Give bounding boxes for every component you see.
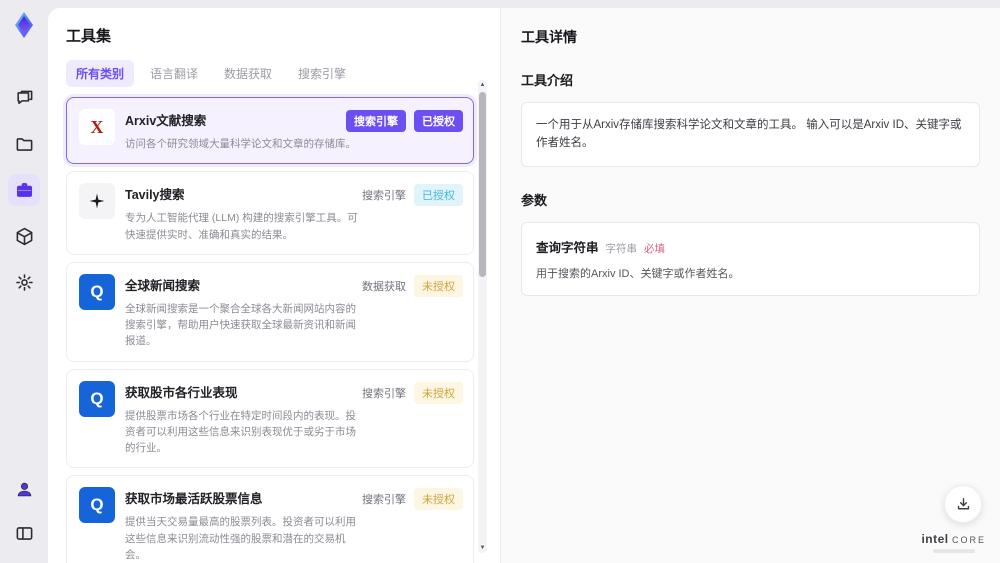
cube-icon[interactable] [8,220,40,252]
auth-status-badge: 未授权 [414,488,463,511]
tavily-star-logo-icon [79,183,115,220]
auth-status-badge: 未授权 [414,274,463,297]
param-required-flag: 必填 [644,242,666,255]
gear-icon[interactable] [8,266,40,298]
category-label: 搜索引擎 [362,387,406,400]
user-icon[interactable] [8,473,40,505]
app-logo-gem-icon [9,10,39,40]
chat-icon[interactable] [8,82,40,114]
tool-name: Tavily搜索 [125,188,185,203]
param-name: 查询字符串 [536,240,599,255]
tool-list: X Arxiv文献搜索 搜索引擎 已授权 访问各个研究领域大量科学论文和文章的存… [66,97,474,563]
tab-search-engine[interactable]: 搜索引擎 [288,60,356,87]
tool-description: 提供股票市场各个行业在特定时间段内的表现。投资者可以利用这些信息来识别表现优于或… [125,409,356,455]
tool-card-global-news[interactable]: Q 全球新闻搜索 数据获取 未授权 全球新闻搜索是一个聚合全球各大新闻网站内容的… [66,261,474,362]
param-type: 字符串 [605,242,638,255]
param-description: 用于搜索的Arxiv ID、关键字或作者姓名。 [536,267,740,280]
page-title: 工具集 [66,28,112,45]
category-label: 搜索引擎 [362,494,406,507]
tool-name: 获取市场最活跃股票信息 [125,492,263,507]
auth-status-badge: 已授权 [414,110,463,132]
brand-decoration-bar [932,549,975,553]
tab-data-acquisition[interactable]: 数据获取 [214,60,282,87]
auth-status-badge: 未授权 [414,381,463,404]
tool-intro-text: 一个用于从Arxiv存储库搜索科学论文和文章的工具。 输入可以是Arxiv ID… [521,102,980,167]
blue-q-logo-icon: Q [79,380,115,417]
main-surface: 工具集 所有类别 语言翻译 数据获取 搜索引擎 X Arxiv文献搜索 搜索引擎… [48,8,1000,563]
rail-bottom [8,473,40,549]
briefcase-icon[interactable] [8,174,40,206]
panel-icon[interactable] [8,517,40,549]
rail-nav [8,82,40,298]
scroll-down-icon[interactable]: ▼ [480,543,486,553]
tool-card-arxiv[interactable]: X Arxiv文献搜索 搜索引擎 已授权 访问各个研究领域大量科学论文和文章的存… [66,97,474,165]
tab-language-translation[interactable]: 语言翻译 [140,60,208,87]
tool-name: Arxiv文献搜索 [125,114,207,128]
app-window: 工具集 所有类别 语言翻译 数据获取 搜索引擎 X Arxiv文献搜索 搜索引擎… [0,0,1000,563]
intro-heading: 工具介绍 [521,73,574,88]
intel-brand-text: intel [921,532,949,546]
detail-title: 工具详情 [521,29,577,45]
scrollbar-thumb[interactable] [479,92,486,277]
tab-all-categories[interactable]: 所有类别 [66,60,135,87]
tool-description: 访问各个研究领域大量科学论文和文章的存储库。 [125,138,356,150]
category-tabs: 所有类别 语言翻译 数据获取 搜索引擎 [66,60,476,87]
download-icon [957,497,969,509]
tool-description: 全球新闻搜索是一个聚合全球各大新闻网站内容的搜索引擎，帮助用户快速获取全球最新资… [125,302,356,348]
param-card: 查询字符串 字符串 必填 用于搜索的Arxiv ID、关键字或作者姓名。 [521,221,980,296]
tool-card-most-active-stocks[interactable]: Q 获取市场最活跃股票信息 搜索引擎 未授权 提供当天交易量最高的股票列表。投资… [66,475,474,563]
toolset-panel: 工具集 所有类别 语言翻译 数据获取 搜索引擎 X Arxiv文献搜索 搜索引擎… [48,8,500,563]
intel-core-logo: intel CORE [921,532,986,553]
tool-name: 获取股市各行业表现 [125,385,238,400]
auth-status-badge: 已授权 [414,184,463,207]
category-badge: 搜索引擎 [346,110,406,132]
category-label: 搜索引擎 [362,190,406,203]
tool-card-tavily[interactable]: Tavily搜索 搜索引擎 已授权 专为人工智能代理 (LLM) 构建的搜索引擎… [66,171,474,255]
tool-description: 提供当天交易量最高的股票列表。投资者可以利用这些信息来识别流动性强的股票和潜在的… [125,516,356,561]
tool-name: 全球新闻搜索 [125,278,201,293]
tool-detail-panel: 工具详情 工具介绍 一个用于从Arxiv存储库搜索科学论文和文章的工具。 输入可… [500,8,1000,563]
tool-card-sector-performance[interactable]: Q 获取股市各行业表现 搜索引擎 未授权 提供股票市场各个行业在特定时间段内的表… [66,368,474,469]
core-brand-text: CORE [951,535,986,545]
download-button[interactable] [944,485,982,523]
folder-icon[interactable] [8,128,40,160]
left-rail [0,0,48,563]
list-scrollbar[interactable]: ▲ ▼ [478,80,487,553]
blue-q-logo-icon: Q [79,273,115,310]
tool-description: 专为人工智能代理 (LLM) 构建的搜索引擎工具。可快速提供实时、准确和真实的结… [125,212,358,241]
scroll-up-icon[interactable]: ▲ [480,80,486,90]
params-heading: 参数 [521,192,548,208]
category-label: 数据获取 [362,280,406,293]
blue-q-logo-icon: Q [79,487,115,524]
arxiv-logo-icon: X [79,109,115,145]
